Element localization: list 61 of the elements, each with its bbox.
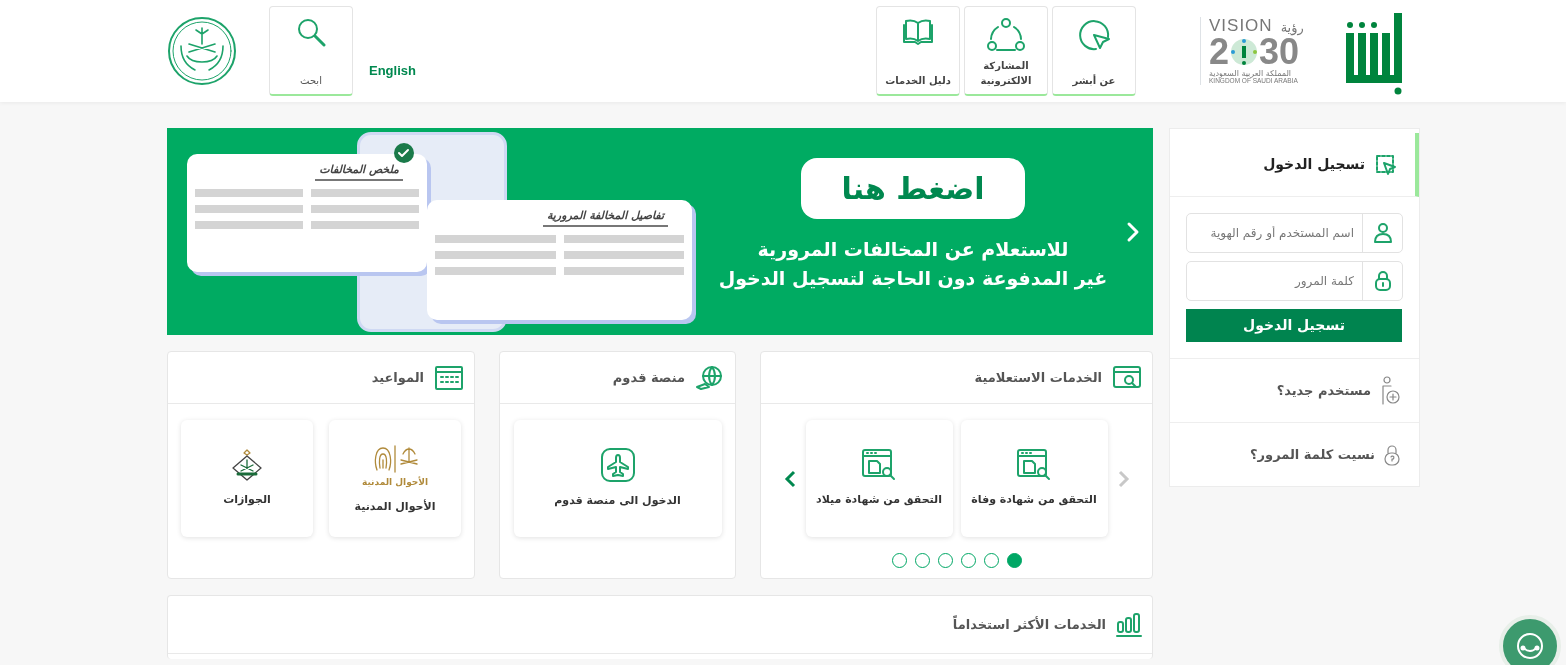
nav-tile[interactable]: عن أبشر <box>1052 6 1136 96</box>
airplane-icon <box>599 447 636 484</box>
language-link[interactable]: English <box>369 60 416 80</box>
emblem-burst-icon <box>1229 37 1260 68</box>
input-field[interactable]: كلمة المرور <box>1187 262 1362 300</box>
network-icon <box>986 17 1026 53</box>
carousel-dot[interactable] <box>983 553 999 568</box>
window-search-icon <box>1112 364 1142 391</box>
carousel-dot[interactable] <box>937 553 953 568</box>
sidebar-link[interactable]: مستخدم جديد؟ <box>1170 358 1419 422</box>
search-tile[interactable]: ابحث <box>269 6 353 96</box>
calendar-icon <box>434 364 464 391</box>
service-card[interactable]: الأحوال المدنية الأحوال المدنية <box>329 420 461 537</box>
search-icon <box>296 17 326 47</box>
click-here-button[interactable]: اضغط هنا <box>801 158 1025 219</box>
logo-text: 30 <box>1259 34 1300 71</box>
user-icon <box>1372 222 1393 244</box>
globe-plane-icon <box>695 364 725 391</box>
nav-tile[interactable]: دليل الخدمات <box>876 6 960 96</box>
sidebar-link[interactable]: نسيت كلمة المرور؟ <box>1170 422 1419 486</box>
bar-chart-icon <box>1116 611 1142 638</box>
carousel-dot[interactable] <box>891 553 907 568</box>
logo-text: VISION <box>1209 17 1273 35</box>
book-icon <box>902 17 934 45</box>
carousel-dot[interactable] <box>960 553 976 568</box>
lock-question-icon <box>1383 443 1401 466</box>
service-card[interactable]: الدخول الى منصة قدوم <box>513 420 722 537</box>
carousel-dot[interactable] <box>914 553 930 568</box>
check-icon <box>393 142 415 164</box>
input-field[interactable]: كلمة المرور <box>1186 261 1403 301</box>
panel-title: المواعيد <box>371 368 424 387</box>
card-title: ملخص المخالفات <box>315 162 403 181</box>
logo-text: المملكة العربية السعودية <box>1209 70 1292 79</box>
promo-banner[interactable]: ملخص المخالفات تفاصيل المخالفة المرورية اضغط هنا للاستعلام عن المخالفات المرورية غير المدفوعة دون الحاجة لتسجيل الدخول <box>167 128 1153 335</box>
cursor-circle-icon <box>1076 17 1112 53</box>
document-search-icon <box>1016 448 1052 483</box>
chevron-right-icon[interactable] <box>1125 220 1141 244</box>
carousel-dot[interactable] <box>1006 553 1022 568</box>
banner-text: غير المدفوعة دون الحاجة لتسجيل الدخول <box>718 265 1108 292</box>
logo-caption: الأحوال المدنية <box>361 475 429 489</box>
emblem-seal-icon <box>167 16 237 86</box>
logo-text: رؤية <box>1280 21 1304 35</box>
document-search-icon <box>861 448 897 483</box>
service-card[interactable]: التحقق من شهادة ميلاد <box>805 420 953 537</box>
panel-title: منصة قدوم <box>612 368 685 388</box>
logo-text: 2 <box>1209 34 1230 71</box>
login-button[interactable]: تسجيل الدخول <box>1186 309 1402 342</box>
panel-title: الخدمات الاستعلامية <box>974 368 1102 387</box>
cursor-selection-icon <box>1375 153 1397 176</box>
lock-icon <box>1372 270 1393 292</box>
service-card[interactable]: التحقق من شهادة وفاة <box>960 420 1108 537</box>
panel-title: تسجيل الدخول <box>1263 155 1365 175</box>
service-card[interactable]: الجوازات <box>181 420 313 537</box>
chat-button[interactable] <box>1499 615 1561 665</box>
user-add-icon <box>1379 375 1401 406</box>
card-title: تفاصيل المخالفة المرورية <box>542 208 668 227</box>
banner-text: للاستعلام عن المخالفات المرورية <box>757 237 1069 263</box>
smile-icon <box>1515 631 1545 661</box>
panel-title: الخدمات الأكثر استخداماً <box>952 614 1106 634</box>
next-button[interactable] <box>783 468 798 489</box>
nav-tile[interactable]: المشاركة الالكترونية <box>964 6 1048 96</box>
